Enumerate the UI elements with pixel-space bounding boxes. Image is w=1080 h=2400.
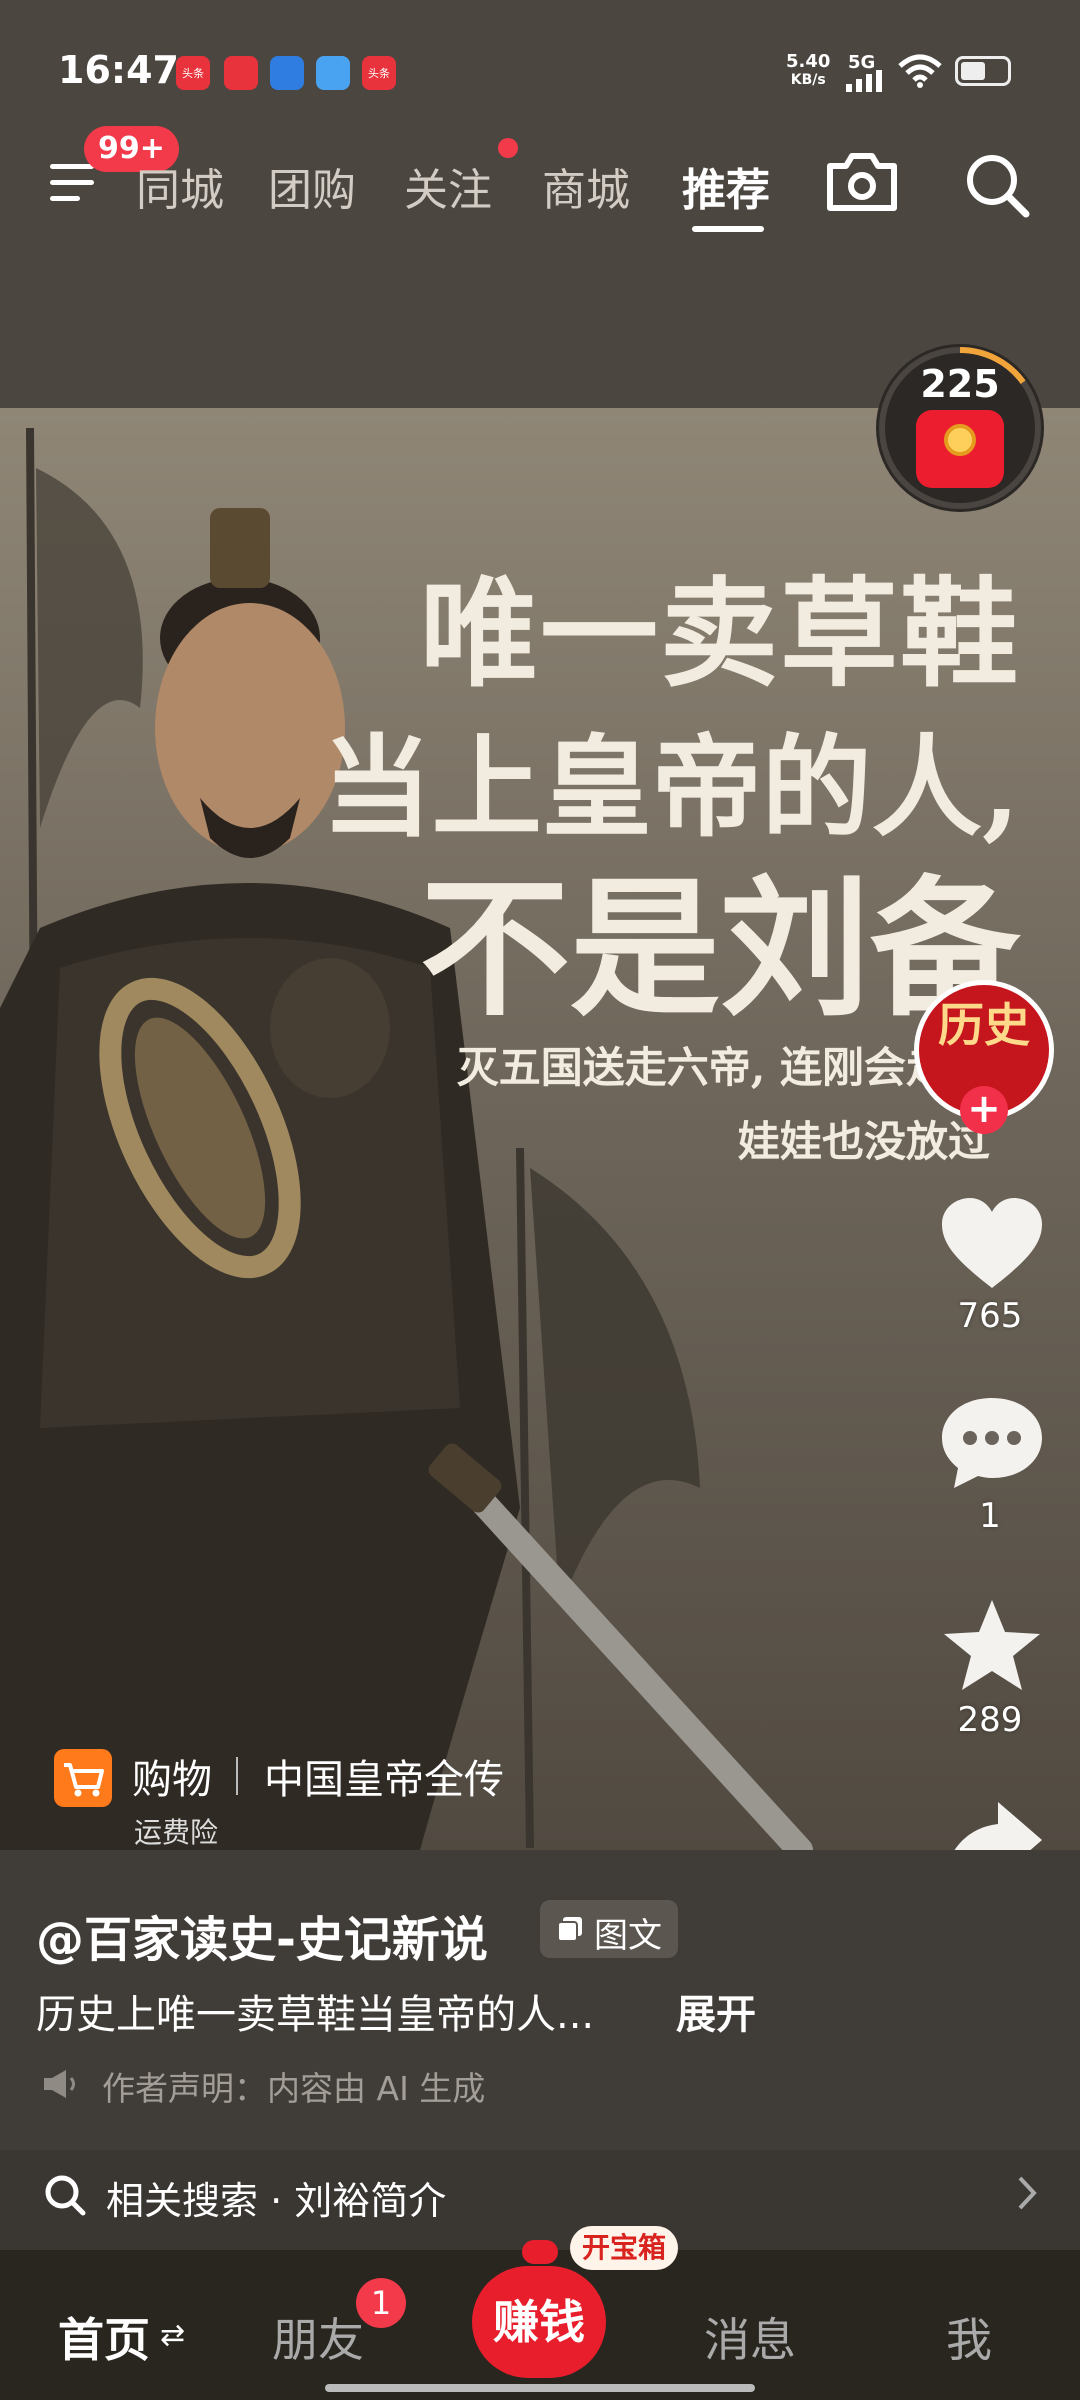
comment-count: 1 [979, 1496, 1001, 1536]
shopping-product-title: 中国皇帝全传 [264, 1757, 504, 1803]
nav-friends[interactable]: 朋友 [272, 2304, 364, 2370]
favorite-star-icon[interactable] [936, 1596, 1048, 1696]
tab-4[interactable]: 推荐 [682, 154, 770, 218]
battery-level [961, 62, 986, 80]
browser-icon [270, 56, 304, 90]
treasure-chest-badge[interactable]: 开宝箱 [570, 2226, 679, 2270]
shopping-card[interactable]: 购物 中国皇帝全传 运费险 [34, 1735, 554, 1849]
mini-app-icon [316, 56, 350, 90]
tab-3[interactable]: 商城 [542, 154, 630, 218]
network-speed: 5.40 KB/s [786, 52, 830, 90]
tab-0[interactable]: 同城 [136, 154, 224, 218]
shopping-cart-icon [54, 1749, 112, 1807]
camera-icon[interactable] [824, 148, 900, 214]
battery-icon [955, 56, 1011, 86]
nav-earn-button[interactable]: 赚钱 [472, 2266, 606, 2378]
status-time: 16:47 [58, 48, 179, 92]
nav-messages[interactable]: 消息 [704, 2304, 796, 2370]
comment-icon[interactable] [936, 1392, 1048, 1492]
taobao-face-icon [224, 56, 258, 90]
follow-tab-dot [498, 138, 518, 158]
home-indicator [325, 2384, 755, 2392]
signal-icon [846, 70, 882, 92]
nav-me[interactable]: 我 [946, 2304, 992, 2370]
author-username[interactable]: @百家读史-史记新说 [36, 1900, 488, 1970]
friends-badge: 1 [356, 2278, 406, 2328]
network-speed-unit: KB/s [790, 72, 826, 88]
announcement-icon [44, 2070, 75, 2098]
shopping-shipping-insurance: 运费险 [134, 1816, 219, 1849]
red-envelope-icon [916, 410, 1004, 488]
money-bag-knot [522, 2240, 558, 2264]
like-count: 765 [957, 1296, 1023, 1336]
post-type-label: 图文 [594, 1916, 662, 1956]
shopping-divider [236, 1757, 238, 1795]
post-description[interactable]: 历史上唯一卖草鞋当皇帝的人... [36, 1982, 594, 2040]
ai-content-notice: 作者声明：内容由 AI 生成 [102, 2069, 486, 2108]
tab-1[interactable]: 团购 [268, 154, 356, 218]
toutiao-icon: 头条 [176, 56, 210, 90]
wifi-icon [898, 54, 942, 88]
nav-home[interactable]: 首页 [58, 2304, 150, 2370]
subtitle-line-2: 娃娃也没放过 [737, 1117, 990, 1166]
search-icon[interactable] [960, 148, 1036, 224]
active-tab-indicator [692, 226, 764, 232]
network-speed-value: 5.40 [786, 51, 831, 72]
shopping-label: 购物 [132, 1757, 212, 1803]
switch-icon[interactable]: ⇄ [160, 2318, 185, 2353]
like-icon[interactable] [936, 1196, 1048, 1296]
toutiao-icon: 头条 [362, 56, 396, 90]
chevron-right-icon [1018, 2176, 1037, 2210]
subtitle-line-1: 灭五国送走六帝, 连刚会走的 [456, 1043, 990, 1092]
expand-button[interactable]: 展开 [676, 1982, 756, 2040]
search-icon [45, 2175, 86, 2216]
favorite-count: 289 [957, 1700, 1023, 1740]
red-packet-count: 225 [920, 362, 1000, 406]
post-image[interactable]: 唯一卖草鞋 当上皇帝的人, 不是刘备 灭五国送走六帝, 连刚会走的 娃娃也没放过 [0, 408, 1080, 1850]
tab-2[interactable]: 关注 [404, 154, 492, 218]
red-packet-widget[interactable]: 225 [876, 344, 1044, 512]
headline-line-1: 唯一卖草鞋 [419, 564, 1020, 703]
follow-button[interactable]: + [960, 1086, 1008, 1134]
related-search-text[interactable]: 相关搜索 · 刘裕简介 [106, 2170, 446, 2225]
image-text-icon [557, 1917, 582, 1942]
post-type-tag: 图文 [540, 1900, 678, 1958]
